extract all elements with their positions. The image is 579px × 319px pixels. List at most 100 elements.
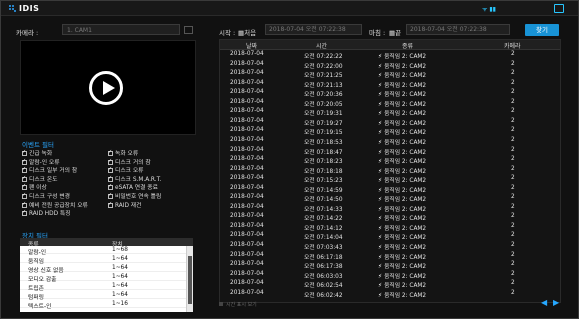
camera-options-button[interactable] xyxy=(184,26,193,34)
log-time: 오전 07:20:05 xyxy=(304,101,343,108)
log-time: 오전 07:21:25 xyxy=(304,73,343,80)
log-row[interactable]: 2018-07-04 오전 07:18:47 ⚡ 움직임 2: CAM2 2 xyxy=(220,147,560,156)
col-type[interactable]: 종류 xyxy=(402,41,413,50)
checkbox-icon[interactable] xyxy=(108,158,113,165)
checkbox-icon[interactable] xyxy=(22,192,27,199)
log-camera: 2 xyxy=(511,127,515,134)
log-row[interactable]: 2018-07-04 오전 07:18:18 ⚡ 움직임 2: CAM2 2 xyxy=(220,166,560,175)
log-row[interactable]: 2018-07-04 오전 07:21:13 ⚡ 움직임 2: CAM2 2 xyxy=(220,80,560,89)
checkbox-icon[interactable] xyxy=(22,201,27,208)
log-row[interactable]: 2018-07-04 오전 07:14:22 ⚡ 움직임 2: CAM2 2 xyxy=(220,213,560,222)
window-toggle-button[interactable] xyxy=(554,4,564,13)
device-row[interactable]: 텍스트-인 1~16 xyxy=(20,300,186,310)
log-row[interactable]: 2018-07-04 오전 07:14:12 ⚡ 움직임 2: CAM2 2 xyxy=(220,222,560,232)
log-time: 오전 07:15:23 xyxy=(304,178,343,185)
log-type: ⚡ 움직임 2: CAM2 xyxy=(378,232,426,241)
log-type: ⚡ 움직임 2: CAM2 xyxy=(378,89,426,98)
motion-icon: ⚡ xyxy=(378,178,383,185)
checkbox-icon[interactable] xyxy=(108,166,113,174)
motion-icon: ⚡ xyxy=(378,82,383,89)
motion-icon: ⚡ xyxy=(378,159,383,166)
play-icon[interactable] xyxy=(89,71,123,105)
end-datetime-field[interactable]: 2018-07-04 오전 07:22:38 xyxy=(406,24,510,35)
log-camera: 2 xyxy=(511,222,515,229)
log-row[interactable]: 2018-07-04 오전 07:18:23 ⚡ 움직임 2: CAM2 2 xyxy=(220,156,560,165)
log-row[interactable]: 2018-07-04 오전 07:14:59 ⚡ 움직임 2: CAM2 2 xyxy=(220,184,560,194)
device-row[interactable]: 움직임 1~64 xyxy=(20,255,186,265)
next-page-icon[interactable]: ▶ xyxy=(553,298,559,307)
log-type: ⚡ 움직임 2: CAM2 xyxy=(378,175,426,184)
log-row[interactable]: 2018-07-04 오전 06:02:54 ⚡ 움직임 2: CAM2 2 xyxy=(220,280,560,289)
show-time-option[interactable]: 시간 표시 보기 xyxy=(219,301,257,308)
log-type-text: 움직임 2: CAM2 xyxy=(384,54,427,60)
checkbox-icon[interactable] xyxy=(22,149,27,156)
log-row[interactable]: 2018-07-04 오전 07:22:22 ⚡ 움직임 2: CAM2 2 xyxy=(220,51,560,60)
log-type: ⚡ 움직임 2: CAM2 xyxy=(378,166,426,175)
log-time: 오전 07:19:15 xyxy=(304,130,343,137)
log-row[interactable]: 2018-07-04 오전 07:03:43 ⚡ 움직임 2: CAM2 2 xyxy=(220,242,560,251)
log-type: ⚡ 움직임 2: CAM2 xyxy=(378,156,426,165)
end-mode[interactable]: ▦끝 xyxy=(389,27,401,37)
log-row[interactable]: 2018-07-04 오전 07:19:27 ⚡ 움직임 2: CAM2 2 xyxy=(220,118,560,127)
checkbox-icon[interactable] xyxy=(22,158,27,165)
event-filter-item[interactable]: RAID 재건 xyxy=(108,200,141,209)
checkbox-icon[interactable] xyxy=(22,166,27,174)
log-type: ⚡ 움직임 2: CAM2 xyxy=(378,51,426,60)
start-mode[interactable]: ▦처음 xyxy=(238,27,256,37)
device-row[interactable]: 모디오 감출 1~64 xyxy=(20,273,186,283)
log-row[interactable]: 2018-07-04 오전 07:20:36 ⚡ 움직임 2: CAM2 2 xyxy=(220,89,560,98)
search-button[interactable]: 찾기 xyxy=(525,24,559,36)
device-row[interactable]: 알람-인 1~68 xyxy=(20,246,186,256)
prev-page-icon[interactable]: ◀ xyxy=(541,298,547,307)
device-row[interactable]: 트립존 1~64 xyxy=(20,282,186,292)
col-date[interactable]: 날짜 xyxy=(246,41,257,50)
log-type-text: 움직임 2: CAM2 xyxy=(384,254,427,261)
checkbox-icon[interactable] xyxy=(22,209,27,217)
start-datetime-field[interactable]: 2018-07-04 오전 07:22:38 xyxy=(265,24,362,35)
device-scroll-thumb[interactable] xyxy=(188,256,192,304)
motion-icon: ⚡ xyxy=(378,149,383,156)
log-type-text: 움직임 2: CAM2 xyxy=(384,292,427,299)
device-table-header: 종류 장치 xyxy=(20,238,193,248)
log-row[interactable]: 2018-07-04 오전 06:17:38 ⚡ 움직임 2: CAM2 2 xyxy=(220,261,560,270)
log-date: 2018-07-04 xyxy=(230,156,264,163)
event-filter-label: RAID 재건 xyxy=(115,202,142,209)
log-row[interactable]: 2018-07-04 오전 07:19:31 ⚡ 움직임 2: CAM2 2 xyxy=(220,108,560,117)
checkbox-icon[interactable] xyxy=(108,192,113,199)
event-filter-item[interactable]: RAID HDD 특징 xyxy=(22,208,71,217)
log-row[interactable]: 2018-07-04 오전 07:15:23 ⚡ 움직임 2: CAM2 2 xyxy=(220,175,560,185)
log-row[interactable]: 2018-07-04 오전 07:19:15 ⚡ 움직임 2: CAM2 2 xyxy=(220,127,560,137)
checkbox-icon[interactable] xyxy=(108,201,113,208)
log-date: 2018-07-04 xyxy=(230,108,264,115)
log-type-text: 움직임 2: CAM2 xyxy=(384,178,427,185)
log-type-text: 움직임 2: CAM2 xyxy=(384,139,427,146)
col-time[interactable]: 시간 xyxy=(316,41,327,50)
col-camera[interactable]: 카메라 xyxy=(504,41,521,50)
log-camera: 2 xyxy=(511,251,515,258)
checkbox-icon[interactable] xyxy=(108,183,113,191)
checkbox-icon[interactable] xyxy=(108,149,113,156)
log-row[interactable]: 2018-07-04 오전 06:17:18 ⚡ 움직임 2: CAM2 2 xyxy=(220,251,560,261)
device-scrollbar[interactable] xyxy=(186,246,193,312)
log-row[interactable]: 2018-07-04 오전 07:14:50 ⚡ 움직임 2: CAM2 2 xyxy=(220,194,560,203)
log-camera: 2 xyxy=(511,184,515,191)
log-camera: 2 xyxy=(511,108,515,115)
log-row[interactable]: 2018-07-04 오전 07:20:05 ⚡ 움직임 2: CAM2 2 xyxy=(220,99,560,108)
camera-select[interactable]: 1. CAM1 xyxy=(62,24,180,35)
device-row[interactable]: 영상 신호 없음 1~64 xyxy=(20,264,186,274)
checkbox-icon[interactable] xyxy=(22,175,27,182)
log-row[interactable]: 2018-07-04 오전 07:21:25 ⚡ 움직임 2: CAM2 2 xyxy=(220,70,560,80)
log-row[interactable]: 2018-07-04 오전 07:14:04 ⚡ 움직임 2: CAM2 2 xyxy=(220,232,560,241)
checkbox-icon[interactable] xyxy=(108,175,113,182)
device-row[interactable]: 텀퍼링 1~64 xyxy=(20,291,186,301)
motion-icon: ⚡ xyxy=(378,245,383,251)
log-row[interactable]: 2018-07-04 오전 07:14:33 ⚡ 움직임 2: CAM2 2 xyxy=(220,204,560,213)
log-row[interactable]: 2018-07-04 오전 06:03:03 ⚡ 움직임 2: CAM2 2 xyxy=(220,270,560,280)
checkbox-icon[interactable] xyxy=(22,183,27,191)
log-row[interactable]: 2018-07-04 오전 07:22:00 ⚡ 움직임 2: CAM2 2 xyxy=(220,61,560,70)
log-camera: 2 xyxy=(511,270,515,277)
log-row[interactable]: 2018-07-04 오전 07:18:53 ⚡ 움직임 2: CAM2 2 xyxy=(220,137,560,146)
log-row[interactable]: 2018-07-04 오전 06:02:42 ⚡ 움직임 2: CAM2 2 xyxy=(220,290,560,299)
device-range: 1~64 xyxy=(112,256,128,262)
log-time: 오전 06:17:18 xyxy=(304,254,343,261)
